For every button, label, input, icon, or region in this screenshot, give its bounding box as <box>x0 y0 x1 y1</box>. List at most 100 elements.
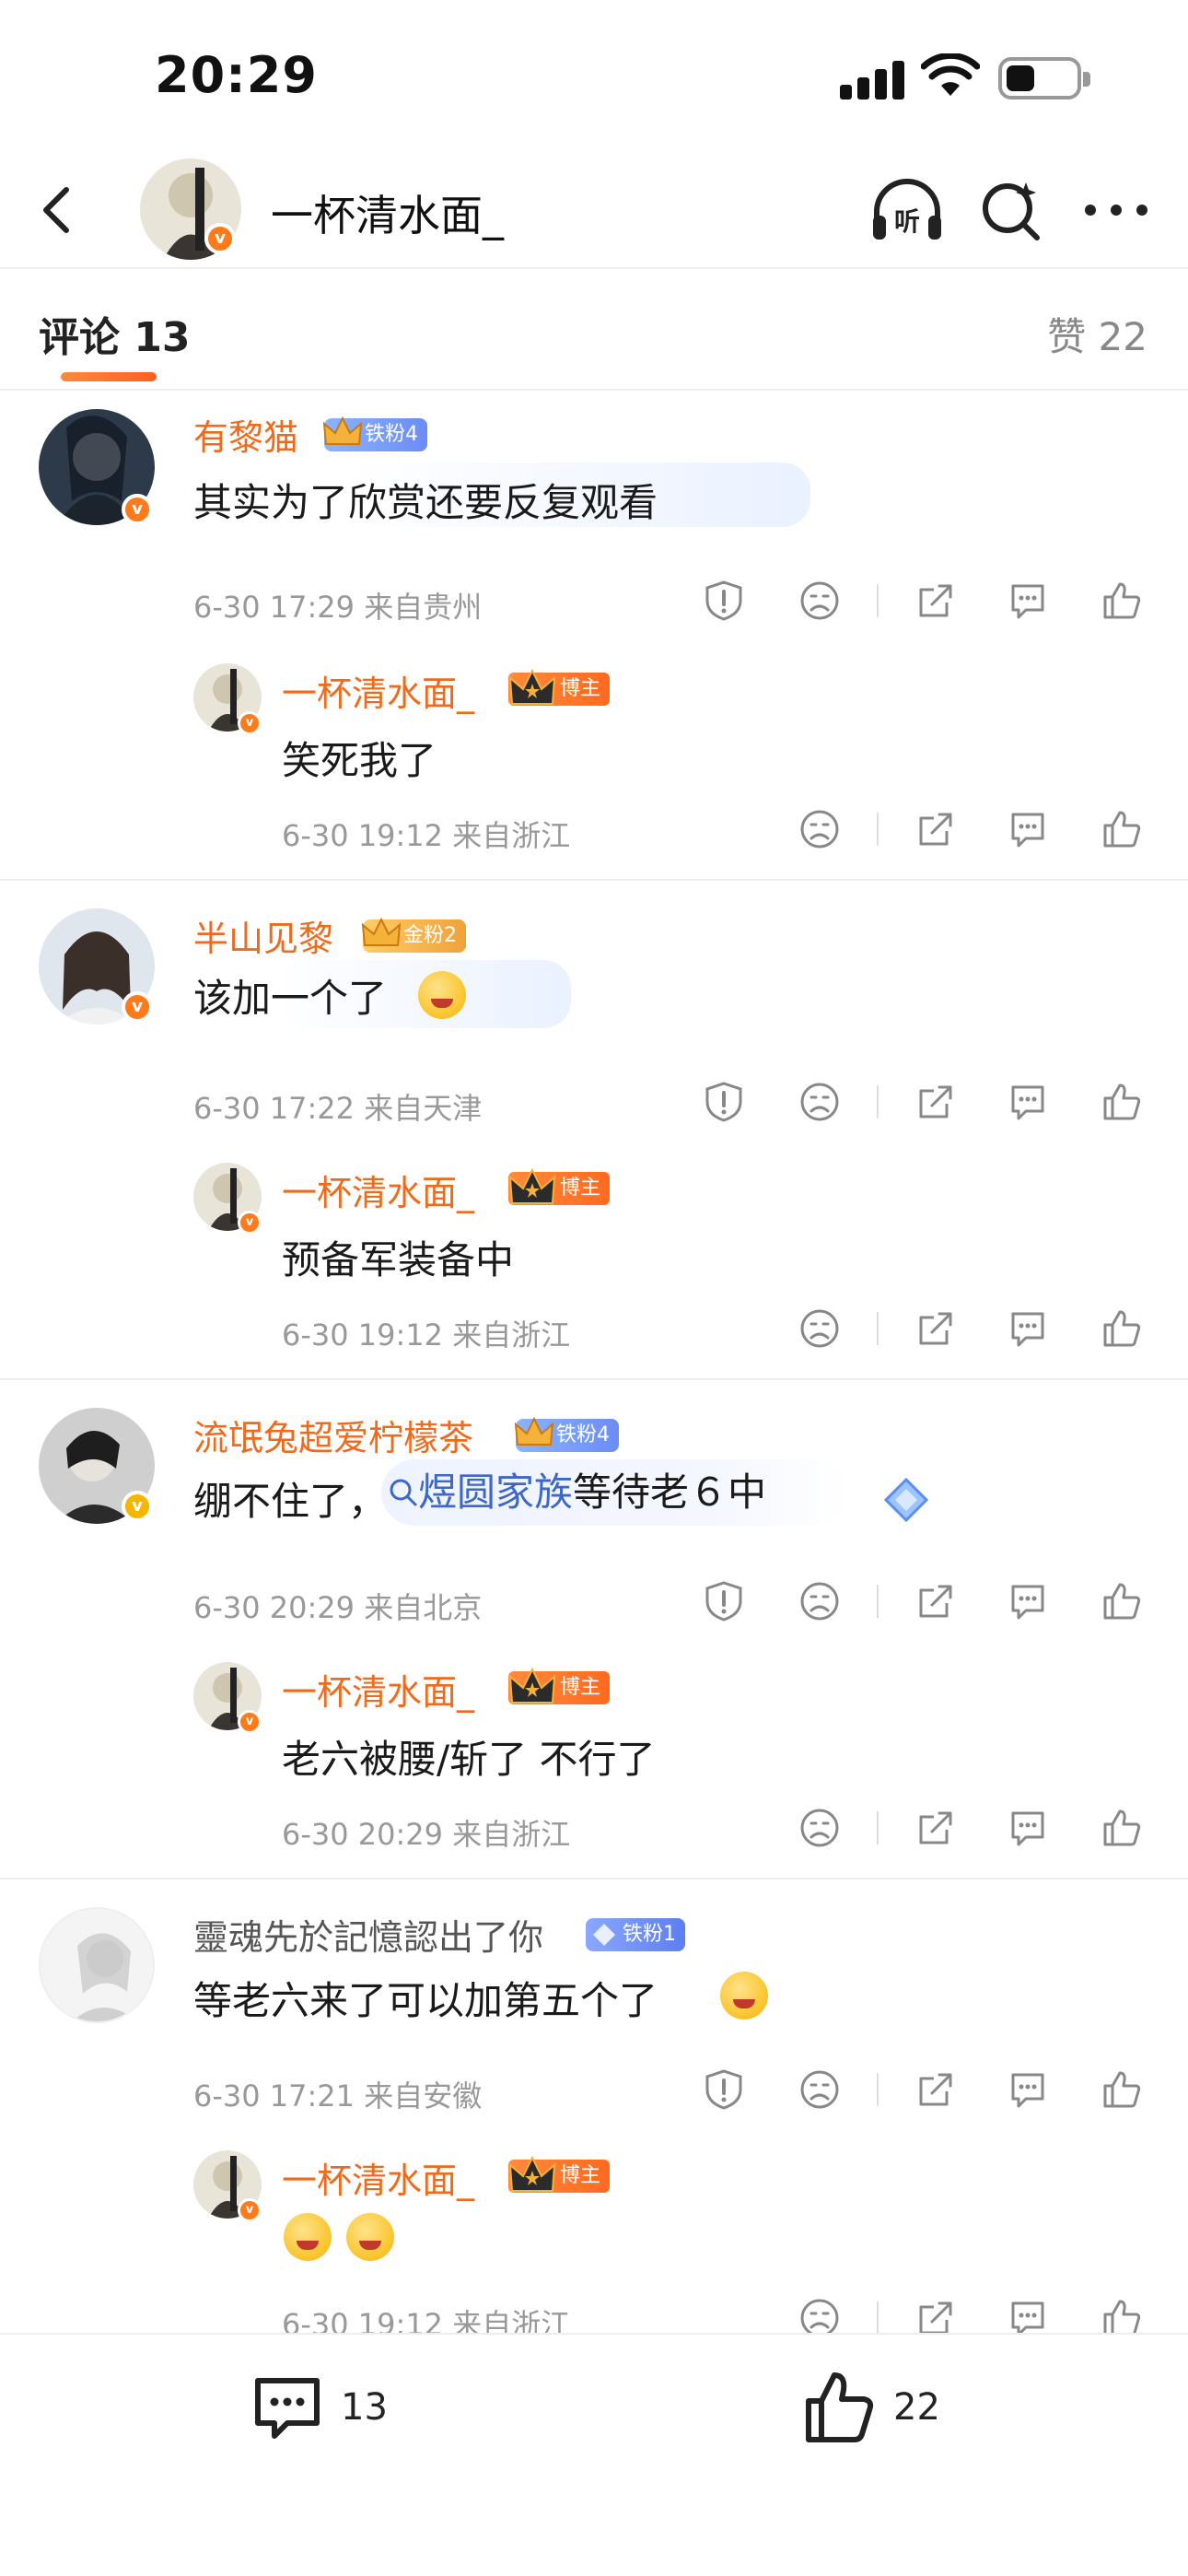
commenter-name[interactable]: 有黎猫 <box>193 409 298 460</box>
action-divider <box>877 2301 879 2333</box>
comment-actions <box>702 1579 1153 1625</box>
comment-thread: 靈魂先於記憶認出了你 铁粉1 等老六来了可以加第五个了 6-30 17:21 来… <box>0 1879 1188 2333</box>
comment-list: v 有黎猫 铁粉4 其实为了欣赏还要反复观看 6-30 17:29 来自贵州 v… <box>0 391 1188 2333</box>
fan-level-badge: 铁粉1 <box>586 1918 685 1951</box>
comment-actions <box>702 579 1153 625</box>
reply-text: 笑死我了 <box>282 738 437 783</box>
comment-thread: v 有黎猫 铁粉4 其实为了欣赏还要反复观看 6-30 17:29 来自贵州 v… <box>0 391 1188 881</box>
reply-comment-icon[interactable] <box>1006 1080 1050 1124</box>
emoji-sticker-icon <box>284 2213 332 2261</box>
headphones-listen-icon[interactable]: 听 <box>869 179 945 243</box>
action-divider <box>877 1085 879 1118</box>
share-icon[interactable] <box>914 579 958 623</box>
status-time: 20:29 <box>155 46 318 104</box>
author-name[interactable]: 一杯清水面_ <box>271 182 504 243</box>
report-shield-icon[interactable] <box>702 1080 746 1124</box>
reply-author-name[interactable]: 一杯清水面_ <box>282 2152 474 2203</box>
dislike-face-icon[interactable] <box>798 1579 842 1623</box>
share-icon[interactable] <box>914 1579 958 1623</box>
comment-count[interactable]: 13 <box>341 2386 388 2429</box>
dislike-face-icon[interactable] <box>798 2296 842 2333</box>
fan-level-badge: 铁粉4 <box>514 1416 619 1452</box>
share-icon[interactable] <box>914 1806 958 1850</box>
like-thumbs-up-icon[interactable] <box>803 2368 877 2445</box>
reply-comment-icon[interactable] <box>1006 807 1050 851</box>
reply-text: 老六被腰/斩了 不行了 <box>282 1737 656 1782</box>
reply-author-name[interactable]: 一杯清水面_ <box>282 1664 474 1715</box>
dislike-face-icon[interactable] <box>798 2067 842 2112</box>
dislike-face-icon[interactable] <box>798 579 842 623</box>
reply-comment-icon[interactable] <box>1006 2067 1050 2112</box>
commenter-avatar[interactable] <box>39 1907 155 2023</box>
comment-meta: 6-30 17:21 来自安徽 <box>193 2078 483 2113</box>
commenter-name[interactable]: 靈魂先於記憶認出了你 <box>193 1909 543 1960</box>
reply-author-name[interactable]: 一杯清水面_ <box>282 1165 474 1215</box>
thumbs-up-icon[interactable] <box>1100 1306 1144 1351</box>
thumbs-up-icon[interactable] <box>1100 2296 1144 2333</box>
comment-like-tabs: 评论 13 赞 22 <box>0 269 1188 391</box>
share-icon[interactable] <box>914 1306 958 1351</box>
more-options-icon[interactable] <box>1085 201 1149 219</box>
fan-level-badge: 金粉2 <box>361 917 466 953</box>
comment-actions <box>702 2067 1153 2113</box>
thumbs-up-icon[interactable] <box>1100 1080 1144 1124</box>
back-arrow-icon[interactable] <box>31 182 87 238</box>
comment-text: 绷不住了， <box>193 1479 388 1524</box>
emoji-sticker-icon <box>346 2213 394 2261</box>
share-icon[interactable] <box>914 1080 958 1124</box>
comment-text: 等老六来了可以加第五个了 <box>193 1978 658 2023</box>
svg-text:听: 听 <box>894 206 920 237</box>
topic-link[interactable]: 煜圆家族 <box>418 1469 573 1515</box>
verified-badge-icon: v <box>238 711 262 735</box>
reply-meta: 6-30 19:12 来自浙江 <box>282 818 571 853</box>
commenter-name[interactable]: 半山见黎 <box>193 910 333 961</box>
dislike-face-icon[interactable] <box>798 1806 842 1850</box>
thumbs-up-icon[interactable] <box>1100 2067 1144 2112</box>
thumbs-up-icon[interactable] <box>1100 807 1144 851</box>
reply-comment-icon[interactable] <box>1006 2296 1050 2333</box>
comment-meta: 6-30 17:22 来自天津 <box>193 1091 483 1126</box>
action-divider <box>877 813 879 846</box>
comment-text: 该加一个了 <box>193 976 388 1021</box>
reply-text: 预备军装备中 <box>282 1237 515 1282</box>
verified-badge-icon: v <box>238 1211 262 1235</box>
emoji-sticker-icon <box>418 971 466 1019</box>
ai-search-icon[interactable] <box>980 179 1042 241</box>
emoji-sticker-icon <box>720 1972 768 2020</box>
thumbs-up-icon[interactable] <box>1100 579 1144 623</box>
reply-author-name[interactable]: 一杯清水面_ <box>282 665 474 716</box>
reply-meta: 6-30 19:12 来自浙江 <box>282 2307 571 2333</box>
commenter-name[interactable]: 流氓兔超爱柠檬茶 <box>193 1410 473 1460</box>
dislike-face-icon[interactable] <box>798 1080 842 1124</box>
top-nav-bar: v 一杯清水面_ 听 <box>0 157 1188 269</box>
diamond-icon <box>593 1924 615 1946</box>
report-shield-icon[interactable] <box>702 2067 746 2112</box>
status-bar: 20:29 <box>0 0 1188 157</box>
comment-text: 其实为了欣赏还要反复观看 <box>193 480 658 525</box>
like-count[interactable]: 22 <box>893 2386 940 2429</box>
reply-comment-icon[interactable] <box>1006 1806 1050 1850</box>
dislike-face-icon[interactable] <box>798 1306 842 1351</box>
share-icon[interactable] <box>914 2067 958 2112</box>
action-divider <box>877 2073 879 2106</box>
share-icon[interactable] <box>914 807 958 851</box>
reply-actions <box>702 1306 1153 1352</box>
reply-comment-icon[interactable] <box>1006 579 1050 623</box>
verified-badge-icon: v <box>122 991 153 1023</box>
comment-thread: v 流氓兔超爱柠檬茶 铁粉4 绷不住了， 煜圆家族等待老６中 6-30 20:2… <box>0 1380 1188 1879</box>
thumbs-up-icon[interactable] <box>1100 1806 1144 1850</box>
reply-comment-icon[interactable] <box>1006 1306 1050 1351</box>
topic-hashtag-chip[interactable]: 煜圆家族等待老６中 <box>381 1459 850 1526</box>
report-shield-icon[interactable] <box>702 1579 746 1623</box>
dislike-face-icon[interactable] <box>798 807 842 851</box>
share-icon[interactable] <box>914 2296 958 2333</box>
active-tab-indicator <box>61 372 157 381</box>
reply-comment-icon[interactable] <box>1006 1579 1050 1623</box>
tab-comments[interactable]: 评论 13 <box>39 304 191 363</box>
thumbs-up-icon[interactable] <box>1100 1579 1144 1623</box>
cellular-signal-icon <box>840 61 904 100</box>
tab-likes[interactable]: 赞 22 <box>1047 306 1147 362</box>
report-shield-icon[interactable] <box>702 579 746 623</box>
comment-bubble-icon[interactable] <box>250 2371 324 2445</box>
reply-actions <box>702 2296 1153 2333</box>
